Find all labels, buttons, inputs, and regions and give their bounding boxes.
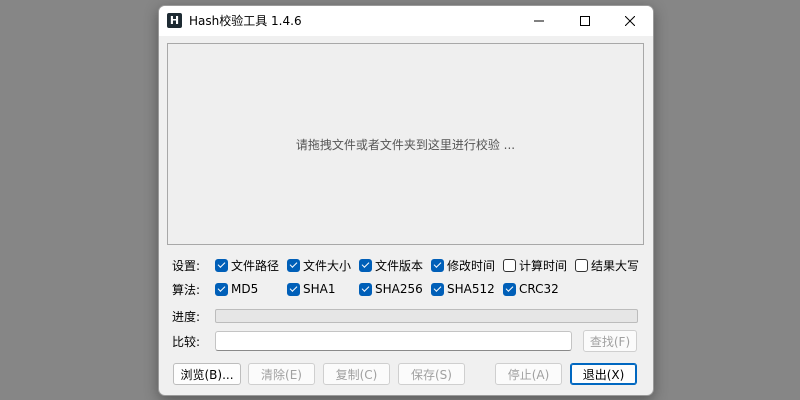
checkbox-label: 文件版本 xyxy=(375,258,424,273)
checkbox-box xyxy=(503,282,516,296)
stop-button[interactable]: 停止(A) xyxy=(495,363,562,385)
close-icon xyxy=(625,16,635,26)
exit-button[interactable]: 退出(X) xyxy=(570,363,637,385)
checkbox-sha256[interactable]: SHA256 xyxy=(359,281,423,297)
checkbox-modified-time[interactable]: 修改时间 xyxy=(431,257,495,273)
checkbox-box xyxy=(431,258,444,272)
checkbox-label: SHA512 xyxy=(447,282,495,296)
checkbox-compute-time[interactable]: 计算时间 xyxy=(503,257,567,273)
checkbox-crc32[interactable]: CRC32 xyxy=(503,281,559,297)
checkbox-box xyxy=(359,258,372,272)
checkbox-label: 文件路径 xyxy=(231,258,280,273)
checkbox-label: MD5 xyxy=(231,282,259,296)
progress-label: 进度: xyxy=(172,310,201,324)
checkbox-label: SHA256 xyxy=(375,282,423,296)
window-title: Hash校验工具 1.4.6 xyxy=(189,14,302,28)
title-bar[interactable]: H Hash校验工具 1.4.6 xyxy=(159,6,653,36)
progress-bar xyxy=(215,309,638,323)
checkbox-label: 文件大小 xyxy=(303,258,352,273)
algorithm-label: 算法: xyxy=(172,283,201,297)
find-button[interactable]: 查找(F) xyxy=(583,330,637,352)
checkbox-label: SHA1 xyxy=(303,282,336,296)
minimize-icon xyxy=(534,20,544,22)
maximize-button[interactable] xyxy=(562,6,608,36)
checkbox-label: 计算时间 xyxy=(519,258,568,273)
checkbox-label: CRC32 xyxy=(519,282,559,296)
compare-hash-input[interactable] xyxy=(215,331,572,351)
hash-app-icon: H xyxy=(167,13,182,28)
compare-label: 比较: xyxy=(172,335,201,349)
checkbox-box xyxy=(287,282,300,296)
checkbox-box xyxy=(359,282,372,296)
browse-button[interactable]: 浏览(B)... xyxy=(173,363,241,385)
save-button[interactable]: 保存(S) xyxy=(398,363,465,385)
checkbox-box xyxy=(503,258,516,272)
maximize-icon xyxy=(580,16,590,26)
settings-label: 设置: xyxy=(172,259,201,273)
checkbox-box xyxy=(431,282,444,296)
checkbox-label: 修改时间 xyxy=(447,258,496,273)
checkbox-file-path[interactable]: 文件路径 xyxy=(215,257,279,273)
checkbox-file-version[interactable]: 文件版本 xyxy=(359,257,423,273)
copy-button[interactable]: 复制(C) xyxy=(323,363,390,385)
hash-tool-window: H Hash校验工具 1.4.6 请拖拽文件或者文件夹到这里进行校验 ... 设… xyxy=(158,5,654,396)
checkbox-uppercase-result[interactable]: 结果大写 xyxy=(575,257,639,273)
checkbox-md5[interactable]: MD5 xyxy=(215,281,258,297)
close-button[interactable] xyxy=(607,6,653,36)
checkbox-file-size[interactable]: 文件大小 xyxy=(287,257,351,273)
clear-button[interactable]: 清除(E) xyxy=(248,363,315,385)
checkbox-box xyxy=(575,258,588,272)
checkbox-sha512[interactable]: SHA512 xyxy=(431,281,495,297)
checkbox-label: 结果大写 xyxy=(591,258,640,273)
drop-zone-hint: 请拖拽文件或者文件夹到这里进行校验 ... xyxy=(295,137,516,152)
minimize-button[interactable] xyxy=(516,6,562,36)
checkbox-box xyxy=(287,258,300,272)
checkbox-sha1[interactable]: SHA1 xyxy=(287,281,335,297)
checkbox-box xyxy=(215,282,228,296)
checkbox-box xyxy=(215,258,228,272)
file-drop-zone[interactable]: 请拖拽文件或者文件夹到这里进行校验 ... xyxy=(167,43,644,245)
